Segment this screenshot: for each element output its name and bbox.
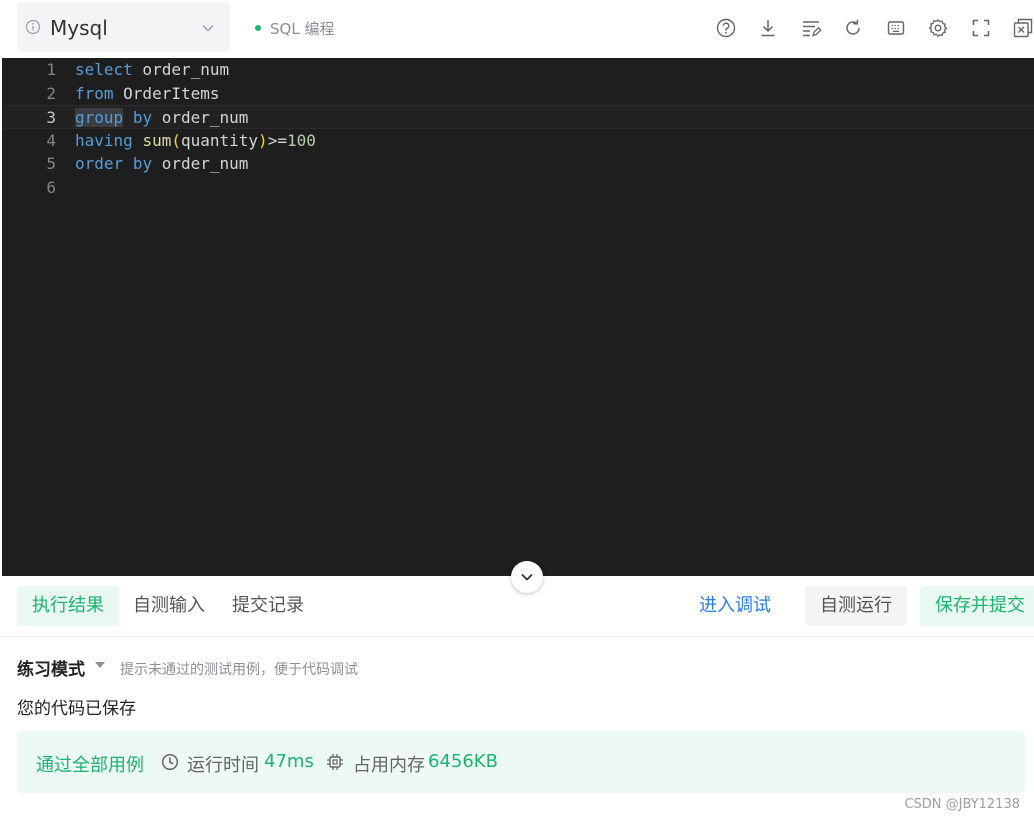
help-icon[interactable] [715, 17, 737, 39]
line-number: 4 [46, 130, 56, 150]
save-submit-button[interactable]: 保存并提交 [920, 586, 1034, 626]
fullscreen-icon[interactable] [970, 17, 992, 39]
code-text: order by order_num [75, 152, 248, 176]
code-token: from [75, 83, 114, 103]
code-line[interactable]: 2 from OrderItems [2, 82, 1034, 106]
tab-submissions[interactable]: 提交记录 [217, 586, 319, 626]
memory-value: 6456KB [428, 751, 498, 772]
format-icon[interactable] [800, 17, 822, 39]
code-text: having sum(quantity)>=100 [75, 129, 316, 153]
code-line[interactable]: 3 group by order_num [2, 105, 1034, 130]
code-line[interactable]: 1 select order_num [2, 58, 1034, 82]
code-token: by [132, 154, 153, 174]
practice-mode-title[interactable]: 练习模式 [17, 655, 85, 680]
code-line[interactable]: 6 [2, 176, 1034, 200]
language-select[interactable]: Mysql [17, 2, 230, 52]
code-token: ( [171, 130, 181, 150]
watermark: CSDN @JBY12138 [904, 797, 1020, 812]
code-token: >= [267, 130, 287, 150]
popout-icon[interactable] [1012, 17, 1034, 39]
code-token: having [75, 130, 133, 150]
editor-toolbar: Mysql SQL 编程 [0, 0, 1034, 58]
saved-message: 您的代码已保存 [17, 699, 136, 719]
line-number: 2 [46, 83, 56, 103]
code-token: quantity [180, 130, 259, 150]
code-token: 100 [286, 130, 316, 150]
result-summary: 通过全部用例 运行时间 47ms 占用内存 6456KB [17, 731, 1025, 793]
code-token: ) [258, 130, 268, 150]
memory-chip-icon [327, 754, 343, 770]
language-label: Mysql [50, 16, 108, 40]
pass-status: 通过全部用例 [36, 755, 144, 776]
memory-label: 占用内存 [353, 755, 425, 776]
code-token: sum [142, 130, 172, 150]
code-token: order_num [152, 108, 249, 128]
reset-icon[interactable] [842, 17, 864, 39]
mode-tag: SQL 编程 [255, 18, 334, 39]
mode-tag-label: SQL 编程 [270, 20, 335, 38]
mode-hint: 提示未通过的测试用例，便于代码调试 [120, 662, 358, 678]
line-number: 6 [46, 178, 56, 197]
clock-icon [161, 753, 179, 771]
code-line[interactable]: 5 order by order_num [2, 152, 1034, 176]
collapse-panel-button[interactable] [511, 561, 543, 593]
code-token: order_num [152, 154, 249, 174]
chevron-down-icon [521, 573, 533, 581]
code-token: group [75, 108, 124, 128]
tab-results[interactable]: 执行结果 [17, 586, 119, 626]
line-number: 5 [46, 154, 56, 174]
settings-icon[interactable] [927, 17, 949, 39]
code-token: order [75, 154, 124, 174]
debug-button[interactable]: 进入调试 [684, 586, 786, 626]
code-token: select [75, 60, 133, 79]
code-token: OrderItems [113, 83, 220, 103]
code-text: group by order_num [75, 106, 248, 130]
code-text: from OrderItems [75, 82, 220, 106]
code-line[interactable]: 4 having sum(quantity)>=100 [2, 129, 1034, 153]
status-dot [255, 25, 261, 31]
code-text: select order_num [75, 58, 229, 82]
keyboard-icon[interactable] [885, 17, 907, 39]
code-editor[interactable]: 1 select order_num 2 from OrderItems 3 group … [2, 58, 1034, 576]
run-button[interactable]: 自测运行 [805, 586, 907, 626]
code-token: order_num [132, 60, 230, 79]
line-number: 1 [46, 60, 56, 79]
code-token: by [132, 108, 153, 128]
runtime-value: 47ms [264, 751, 314, 772]
caret-down-icon[interactable] [95, 662, 105, 668]
download-icon[interactable] [757, 17, 779, 39]
chevron-down-icon [202, 25, 214, 32]
runtime-label: 运行时间 [187, 755, 259, 776]
info-icon [25, 19, 41, 35]
tab-custom-input[interactable]: 自测输入 [118, 586, 220, 626]
line-number: 3 [46, 108, 56, 128]
